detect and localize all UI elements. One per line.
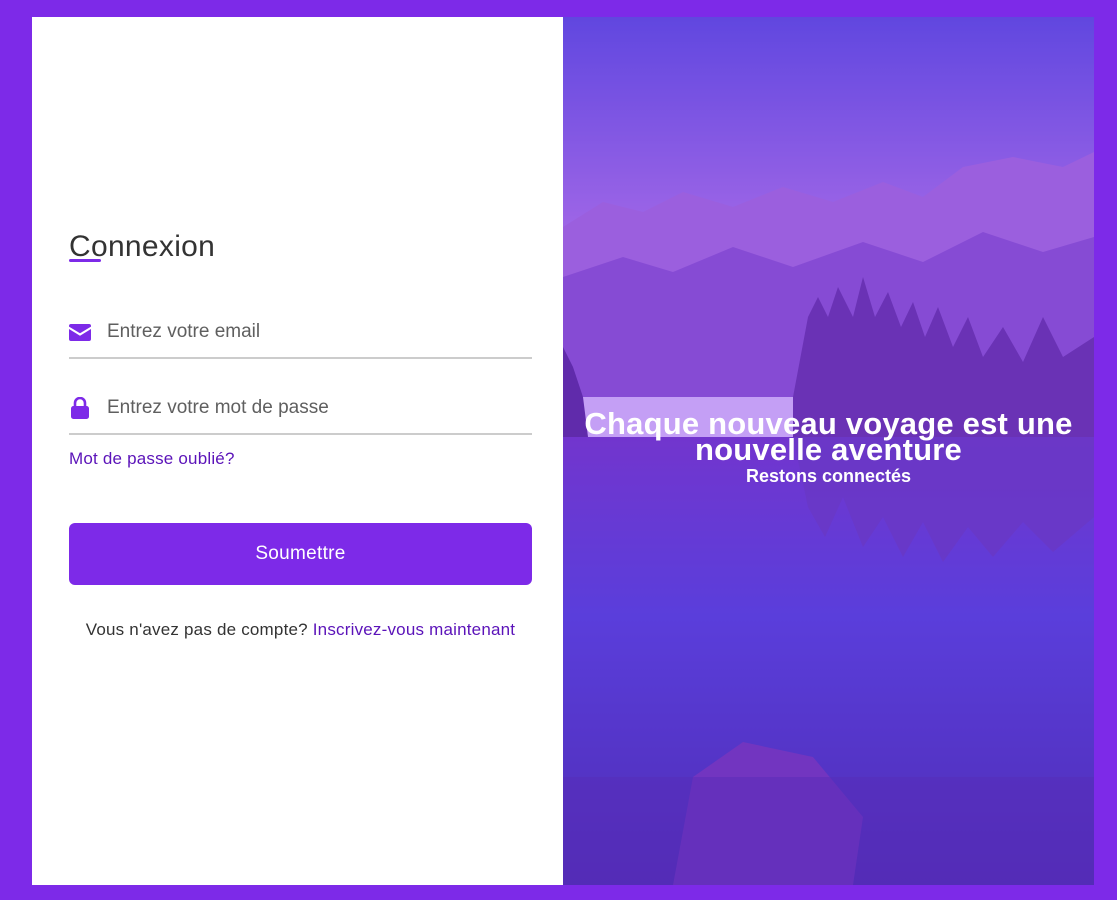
login-card: Connexion Mot de passe oublié? Sou <box>32 17 1094 885</box>
signup-prompt: Vous n'avez pas de compte? Inscrivez-vou… <box>69 617 532 642</box>
submit-button[interactable]: Soumettre <box>69 523 532 585</box>
hero-subtitle: Restons connectés <box>745 466 912 486</box>
email-input[interactable] <box>107 321 507 343</box>
hero-title: Chaque nouveau voyage est une nouvelle a… <box>584 406 1073 467</box>
forgot-password-link[interactable]: Mot de passe oublié? <box>69 449 235 469</box>
envelope-icon <box>69 321 91 343</box>
title-wrapper: Connexion <box>69 227 215 267</box>
password-field-row <box>69 383 532 435</box>
password-input[interactable] <box>107 397 507 419</box>
hero-image-panel: Chaque nouveau voyage est une nouvelle a… <box>563 17 1094 885</box>
signup-text: Vous n'avez pas de compte? <box>85 620 308 639</box>
signup-link[interactable]: Inscrivez-vous maintenant <box>313 620 515 639</box>
hero-tagline: Chaque nouveau voyage est une nouvelle a… <box>563 406 1094 487</box>
title-underline <box>69 259 101 262</box>
login-form-panel: Connexion Mot de passe oublié? Sou <box>32 17 563 885</box>
lock-icon <box>69 397 91 419</box>
email-field-row <box>69 307 532 359</box>
